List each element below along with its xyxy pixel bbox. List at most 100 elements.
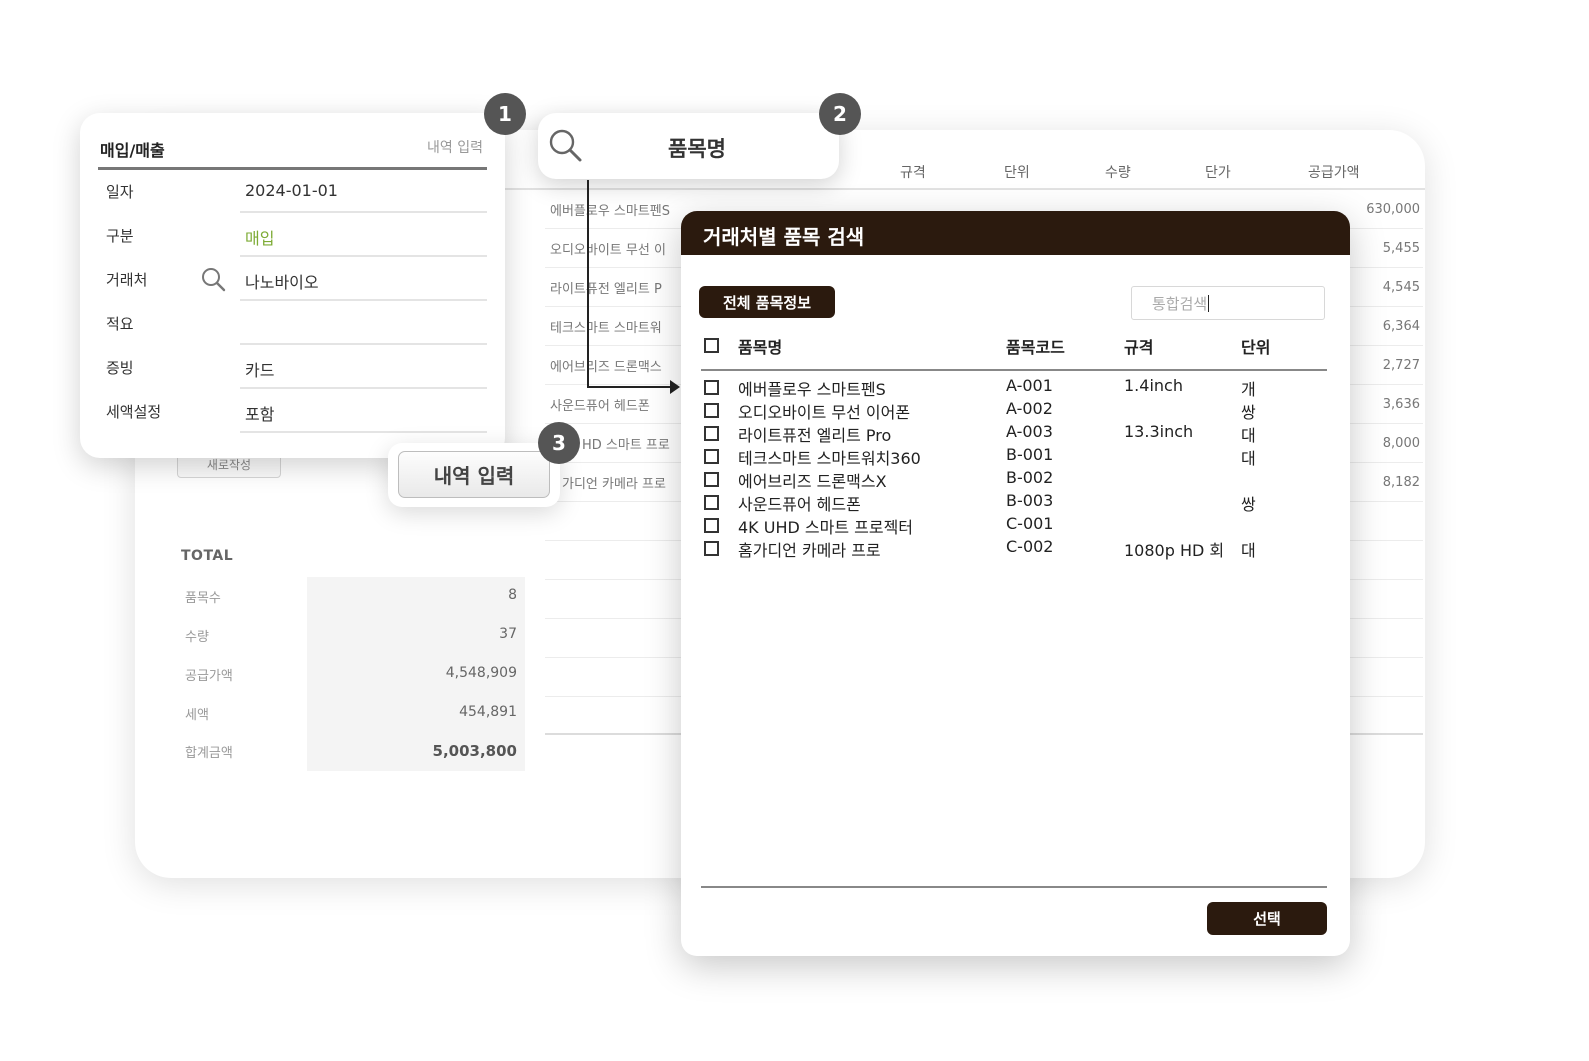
row-checkbox[interactable] xyxy=(704,541,719,556)
modal-footer-divider xyxy=(701,886,1327,888)
table-row[interactable]: 가디언 카메라 프로 xyxy=(562,473,666,492)
connector-arrow-line xyxy=(587,180,589,388)
total-row-supply: 공급가액 4,548,909 xyxy=(181,655,525,694)
table-row[interactable]: 사운드퓨어 헤드폰 xyxy=(550,395,650,414)
select-all-checkbox[interactable] xyxy=(704,338,719,353)
field-label: 거래처 xyxy=(106,271,148,289)
total-value: 4,548,909 xyxy=(307,655,525,694)
field-label: 일자 xyxy=(106,183,134,201)
item-code: A-003 xyxy=(1006,422,1053,441)
tax-setting-select[interactable]: 포함 xyxy=(245,401,274,425)
row-amount: 8,182 xyxy=(1382,475,1420,490)
date-input[interactable]: 2024-01-01 xyxy=(245,181,338,200)
item-search-modal: 거래처별 품목 검색 전체 품목정보 통합검색 품목명 품목코드 규격 단위 에… xyxy=(681,211,1350,956)
row-checkbox[interactable] xyxy=(704,426,719,441)
form-subtitle: 내역 입력 xyxy=(427,140,483,156)
select-button[interactable]: 선택 xyxy=(1207,902,1327,935)
item-code: B-003 xyxy=(1006,491,1054,510)
row-checkbox[interactable] xyxy=(704,472,719,487)
table-row[interactable]: 에어브리즈 드론맥스 xyxy=(550,356,662,375)
item-name[interactable]: 에어브리즈 드론맥스X xyxy=(738,468,887,492)
table-header-divider xyxy=(701,369,1327,371)
search-placeholder: 통합검색 xyxy=(1152,295,1208,313)
item-spec: 1080p HD 회 xyxy=(1124,541,1225,560)
item-spec: 1.4inch xyxy=(1124,376,1183,395)
detail-input-button[interactable]: 내역 입력 xyxy=(398,451,550,498)
total-row-qty: 수량 37 xyxy=(181,616,525,655)
item-name[interactable]: 4K UHD 스마트 프로젝터 xyxy=(738,514,913,538)
field-label: 적요 xyxy=(106,315,134,333)
row-checkbox[interactable] xyxy=(704,495,719,510)
row-amount: 3,636 xyxy=(1382,397,1420,412)
evidence-select[interactable]: 카드 xyxy=(245,357,274,381)
item-code: A-002 xyxy=(1006,399,1053,418)
row-amount: 8,000 xyxy=(1382,436,1420,451)
field-type: 구분 매입 xyxy=(98,213,487,257)
item-code: A-001 xyxy=(1006,376,1053,395)
item-name[interactable]: 테크스마트 스마트워치360 xyxy=(738,445,921,469)
integrated-search-input[interactable]: 통합검색 xyxy=(1131,286,1325,320)
item-unit: 개 xyxy=(1241,380,1256,399)
total-row-tax: 세액 454,891 xyxy=(181,694,525,733)
row-amount: 2,727 xyxy=(1382,358,1420,373)
row-amount: 630,000 xyxy=(1366,202,1420,217)
column-header-code: 품목코드 xyxy=(1006,338,1065,357)
header-supply: 공급가액 xyxy=(1308,165,1360,181)
column-header-spec: 규격 xyxy=(1124,338,1154,357)
total-title: TOTAL xyxy=(181,548,234,564)
vendor-input[interactable]: 나노바이오 xyxy=(245,269,319,293)
field-memo: 적요 xyxy=(98,301,487,345)
row-checkbox[interactable] xyxy=(704,380,719,395)
total-label: 세액 xyxy=(185,708,209,723)
row-amount: 4,545 xyxy=(1382,280,1420,295)
item-name[interactable]: 에버플로우 스마트펜S xyxy=(738,376,886,400)
row-checkbox[interactable] xyxy=(704,403,719,418)
field-label: 구분 xyxy=(106,227,134,245)
table-row[interactable]: HD 스마트 프로 xyxy=(582,434,670,453)
field-date: 일자 2024-01-01 xyxy=(98,169,487,213)
item-unit: 대 xyxy=(1241,449,1256,468)
table-row[interactable]: 오디오바이트 무선 이 xyxy=(550,239,666,258)
search-icon[interactable] xyxy=(200,266,226,292)
item-code: C-002 xyxy=(1006,537,1054,556)
item-name-search[interactable]: 품목명 xyxy=(538,113,839,179)
item-spec: 13.3inch xyxy=(1124,422,1194,441)
search-field-label: 품목명 xyxy=(668,137,726,161)
column-header-unit: 단위 xyxy=(1241,338,1271,357)
item-name[interactable]: 라이트퓨전 엘리트 Pro xyxy=(738,422,891,446)
type-select[interactable]: 매입 xyxy=(245,225,274,249)
row-amount: 6,364 xyxy=(1382,319,1420,334)
total-value: 5,003,800 xyxy=(307,732,525,771)
step-badge-2: 2 xyxy=(819,93,861,135)
total-value: 454,891 xyxy=(307,694,525,733)
field-label: 증빙 xyxy=(106,359,134,377)
all-items-button[interactable]: 전체 품목정보 xyxy=(699,286,835,318)
row-checkbox[interactable] xyxy=(704,518,719,533)
connector-arrow-line xyxy=(587,386,675,388)
item-code: B-002 xyxy=(1006,468,1054,487)
field-underline xyxy=(240,431,487,433)
item-name[interactable]: 홈가디언 카메라 프로 xyxy=(738,537,881,561)
row-checkbox[interactable] xyxy=(704,449,719,464)
step-badge-3: 3 xyxy=(538,422,580,464)
item-code: B-001 xyxy=(1006,445,1054,464)
column-header-name: 품목명 xyxy=(738,338,783,357)
table-row[interactable]: 라이트퓨전 엘리트 P xyxy=(550,278,662,297)
field-tax-setting: 세액설정 포함 xyxy=(98,389,487,433)
total-label: 공급가액 xyxy=(185,669,233,684)
item-unit: 대 xyxy=(1241,426,1256,445)
total-value: 8 xyxy=(307,577,525,616)
total-value: 37 xyxy=(307,616,525,655)
form-title: 매입/매출 xyxy=(100,141,165,160)
header-unit: 단위 xyxy=(1004,165,1030,181)
field-vendor: 거래처 나노바이오 xyxy=(98,257,487,301)
item-name[interactable]: 사운드퓨어 헤드폰 xyxy=(738,491,861,515)
field-label: 세액설정 xyxy=(106,403,162,421)
header-spec: 규격 xyxy=(900,165,926,181)
item-name[interactable]: 오디오바이트 무선 이어폰 xyxy=(738,399,910,423)
search-icon[interactable] xyxy=(547,127,583,163)
table-row[interactable]: 테크스마트 스마트워 xyxy=(550,317,662,336)
field-evidence: 증빙 카드 xyxy=(98,345,487,389)
table-row[interactable]: 에버플로우 스마트펜S xyxy=(550,200,670,219)
total-row-sum: 합계금액 5,003,800 xyxy=(181,732,525,771)
